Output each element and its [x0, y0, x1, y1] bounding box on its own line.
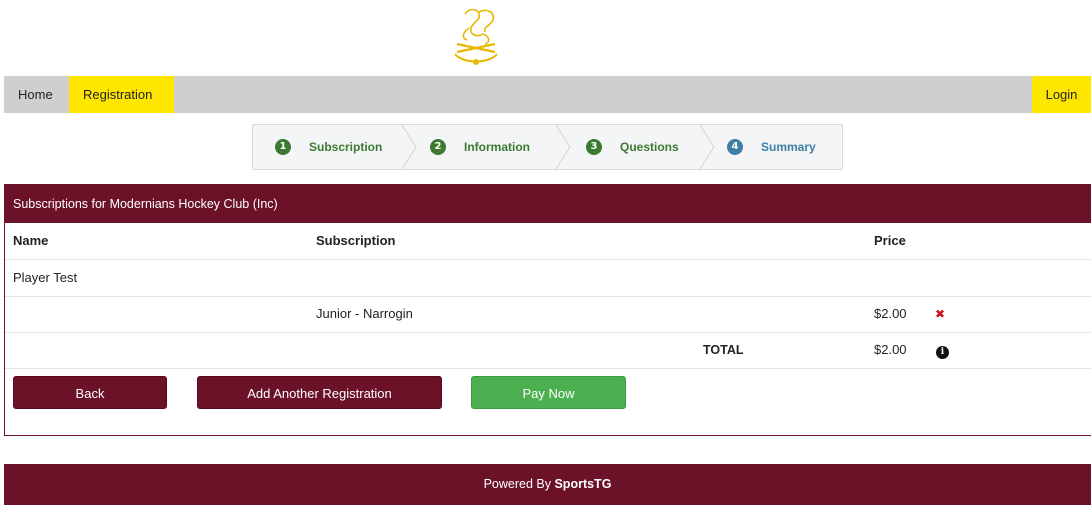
- chevron-right-icon: [555, 125, 571, 169]
- header-price: Price: [874, 233, 906, 248]
- panel-title: Subscriptions for Modernians Hockey Club…: [5, 185, 1091, 223]
- table-header-row: Name Subscription Price: [5, 223, 1091, 260]
- step-label: Information: [464, 140, 530, 154]
- total-row: TOTAL $2.00 i: [5, 332, 1091, 369]
- registration-stepper: 1 Subscription 2 Information 3 Questions…: [252, 124, 843, 170]
- step-questions[interactable]: 3 Questions: [586, 125, 679, 169]
- step-number: 4: [727, 139, 743, 155]
- step-summary[interactable]: 4 Summary: [727, 125, 816, 169]
- player-name: Player Test: [13, 270, 78, 285]
- nav-registration[interactable]: Registration: [69, 76, 174, 113]
- step-number: 1: [275, 139, 291, 155]
- nav-home[interactable]: Home: [4, 76, 69, 113]
- footer-brand[interactable]: SportsTG: [554, 477, 611, 491]
- chevron-right-icon: [699, 125, 715, 169]
- footer-prefix: Powered By: [483, 477, 551, 491]
- table-row: Junior - Narrogin $2.00 ✖: [5, 296, 1091, 333]
- subscriptions-panel: Subscriptions for Modernians Hockey Club…: [4, 184, 1091, 436]
- step-subscription[interactable]: 1 Subscription: [275, 125, 382, 169]
- step-label: Subscription: [309, 140, 383, 154]
- table-row: Player Test: [5, 260, 1091, 297]
- footer: Powered By SportsTG: [4, 464, 1091, 505]
- step-information[interactable]: 2 Information: [430, 125, 530, 169]
- header-name: Name: [13, 233, 49, 248]
- top-navbar: Home Registration Login: [4, 76, 1091, 113]
- remove-icon[interactable]: ✖: [935, 296, 945, 332]
- info-icon[interactable]: i: [936, 332, 949, 368]
- back-button[interactable]: Back: [13, 376, 167, 409]
- total-label: TOTAL: [703, 343, 744, 357]
- step-number: 2: [430, 139, 446, 155]
- nav-login[interactable]: Login: [1032, 76, 1091, 113]
- add-another-registration-button[interactable]: Add Another Registration: [197, 376, 442, 409]
- step-label: Questions: [620, 140, 679, 154]
- subscription-name: Junior - Narrogin: [316, 306, 413, 321]
- total-price: $2.00: [874, 342, 907, 357]
- step-label: Summary: [761, 140, 816, 154]
- header-subscription: Subscription: [316, 233, 396, 248]
- step-number: 3: [586, 139, 602, 155]
- club-logo: [454, 8, 498, 65]
- subscription-price: $2.00: [874, 306, 907, 321]
- pay-now-button[interactable]: Pay Now: [471, 376, 626, 409]
- chevron-right-icon: [401, 125, 417, 169]
